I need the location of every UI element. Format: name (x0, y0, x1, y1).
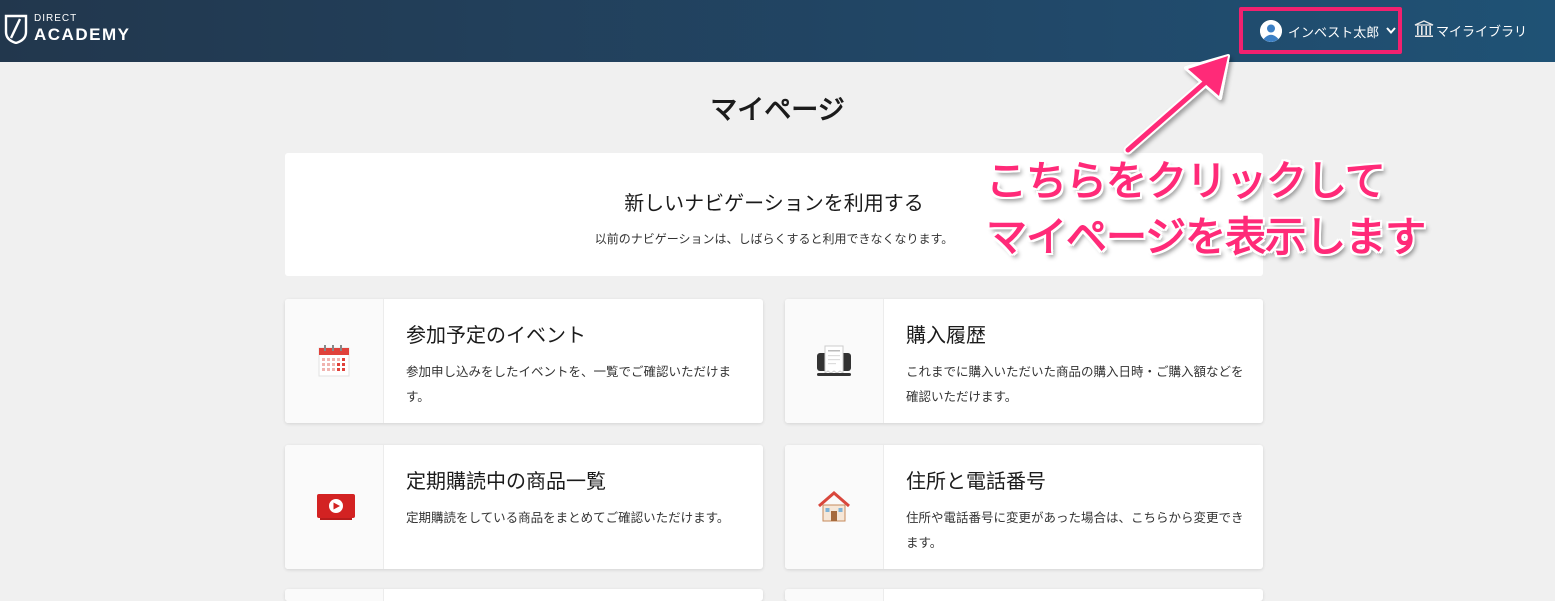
card-icon-area (285, 445, 384, 569)
partial-card-left[interactable] (285, 589, 763, 601)
page-title: マイページ (710, 95, 845, 126)
card-description: 定期購読をしている商品をまとめてご確認いただけます。 (406, 510, 730, 525)
card-title: 参加予定のイベント (406, 323, 586, 347)
user-account-menu-button[interactable]: インベスト太郎 (1239, 7, 1402, 54)
card-icon-area (785, 589, 884, 601)
my-library-label: マイライブラリ (1436, 25, 1528, 40)
address-phone-card[interactable]: 住所と電話番号 住所や電話番号に変更があった場合は、こちらから変更できます。 (785, 445, 1263, 569)
card-icon-area (285, 589, 384, 601)
logo-text-direct: DIRECT (34, 13, 78, 24)
card-description: これまでに購入いただいた商品の購入日時・ご購入額などを確認いただけます。 (906, 364, 1244, 404)
card-icon-area (285, 299, 384, 423)
library-building-icon (1414, 20, 1434, 37)
annotation-callout: こちらをクリックして マイページを表示します (986, 153, 1446, 265)
purchase-history-card[interactable]: 購入履歴 これまでに購入いただいた商品の購入日時・ご購入額などを確認いただけます… (785, 299, 1263, 423)
user-name-label: インベスト太郎 (1288, 26, 1380, 41)
annotation-line-2: マイページを表示します (986, 213, 1426, 261)
card-icon-area (785, 299, 884, 423)
video-play-icon (317, 494, 355, 520)
top-navigation-bar: DIRECT ACADEMY インベスト太郎 マイライブラリ (0, 0, 1555, 62)
upcoming-events-card[interactable]: 参加予定のイベント 参加申し込みをしたイベントを、一覧でご確認いただけます。 (285, 299, 763, 423)
user-avatar-icon (1260, 20, 1282, 42)
card-title: 住所と電話番号 (906, 469, 1046, 493)
annotation-arrow-icon (1123, 54, 1230, 155)
calendar-icon (318, 345, 350, 377)
shield-logo-icon (4, 14, 28, 44)
chevron-down-icon (1386, 27, 1396, 35)
card-description: 参加申し込みをしたイベントを、一覧でご確認いただけます。 (406, 364, 732, 404)
card-title: 購入履歴 (906, 323, 986, 347)
subscriptions-card[interactable]: 定期購読中の商品一覧 定期購読をしている商品をまとめてご確認いただけます。 (285, 445, 763, 569)
card-description: 住所や電話番号に変更があった場合は、こちらから変更できます。 (906, 510, 1244, 550)
annotation-line-1: こちらをクリックして (986, 157, 1386, 205)
logo-text-academy: ACADEMY (34, 25, 131, 44)
card-icon-area (785, 445, 884, 569)
partial-card-right[interactable] (785, 589, 1263, 601)
card-title: 定期購読中の商品一覧 (406, 469, 606, 493)
house-icon (818, 491, 850, 522)
receipt-icon (817, 345, 851, 376)
